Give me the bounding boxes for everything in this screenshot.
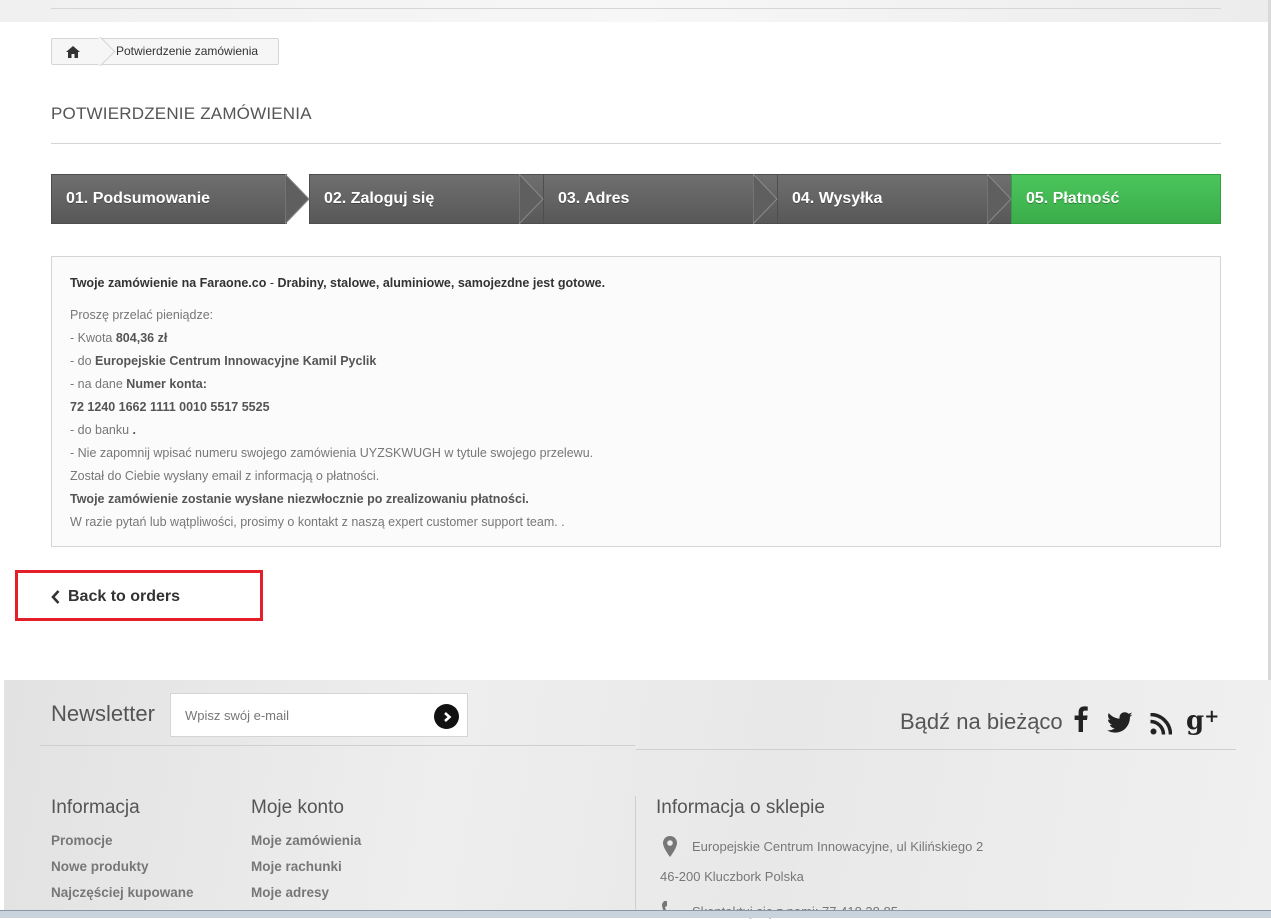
rss-icon[interactable] (1150, 711, 1173, 742)
confirmation-heading: Twoje zamówienie na Faraone.co - Drabiny… (70, 276, 606, 290)
heading-divider (51, 143, 1221, 144)
email-note: Został do Ciebie wysłany email z informa… (70, 469, 380, 483)
breadcrumb-current: Potwierdzenie zamówienia (116, 44, 259, 58)
order-confirmation-box: Twoje zamówienie na Faraone.co - Drabiny… (51, 256, 1221, 547)
account-number: 72 1240 1662 1111 0010 5517 5525 (70, 400, 270, 414)
back-to-orders-label: Back to orders (68, 588, 181, 605)
step-summary[interactable]: 01. Podsumowanie (51, 174, 287, 224)
store-info-title: Informacja o sklepie (656, 797, 825, 818)
step-label: 05. Płatność (1026, 190, 1120, 207)
chevron-right-icon (443, 711, 451, 722)
transfer-instruction: Proszę przelać pieniądze: (70, 308, 214, 322)
newsletter-email-input[interactable] (183, 707, 427, 724)
account-column-title: Moje konto (251, 797, 344, 818)
follow-us-title: Bądź na bieżąco (900, 709, 1063, 734)
shipping-note: Twoje zamówienie zostanie wysłane niezwł… (70, 492, 529, 506)
newsletter-form (170, 693, 468, 737)
footer-link-my-orders[interactable]: Moje zamówienia (251, 833, 361, 848)
step-arrow (987, 174, 1012, 224)
account-label-line: - na dane Numer konta: (70, 377, 207, 391)
footer-link-new-products[interactable]: Nowe produkty (51, 859, 149, 874)
google-plus-icon[interactable]: g+ (1186, 706, 1219, 736)
footer-link-my-addresses[interactable]: Moje adresy (251, 885, 329, 900)
store-address-line1: Europejskie Centrum Innowacyjne, ul Kili… (692, 839, 984, 854)
step-label: 01. Podsumowanie (66, 190, 211, 207)
chevron-left-icon (51, 590, 60, 604)
step-label: 04. Wysyłka (792, 190, 883, 207)
reference-note: - Nie zapomnij wpisać numeru swojego zam… (70, 446, 594, 460)
footer-divider (636, 749, 1236, 750)
page-title: POTWIERDZENIE ZAMÓWIENIA (51, 104, 312, 123)
contact-note: W razie pytań lub wątpliwości, prosimy o… (70, 515, 565, 529)
step-payment[interactable]: 05. Płatność (1011, 174, 1221, 224)
footer-divider (40, 745, 635, 746)
top-band (0, 0, 1271, 22)
step-arrow (519, 174, 544, 224)
newsletter-title: Newsletter (51, 701, 155, 726)
bank-line: - do banku . (70, 423, 137, 437)
step-login[interactable]: 02. Zaloguj się (309, 174, 545, 224)
footer-link-best-sellers[interactable]: Najczęściej kupowane (51, 885, 194, 900)
step-shipping[interactable]: 04. Wysyłka (777, 174, 1013, 224)
order-steps: 01. Podsumowanie 02. Zaloguj się 03. Adr… (51, 174, 1221, 226)
step-label: 02. Zaloguj się (324, 190, 435, 207)
info-column-title: Informacja (51, 797, 140, 818)
step-address[interactable]: 03. Adres (543, 174, 779, 224)
step-label: 03. Adres (558, 190, 630, 207)
footer-column-separator (635, 796, 636, 917)
newsletter-submit-button[interactable] (434, 704, 459, 729)
footer-link-my-invoices[interactable]: Moje rachunki (251, 859, 342, 874)
step-arrow (753, 174, 778, 224)
back-to-orders-link[interactable]: Back to orders (51, 588, 180, 606)
store-address-line2: 46-200 Kluczbork Polska (660, 869, 804, 884)
payee-line: - do Europejskie Centrum Innowacyjne Kam… (70, 354, 377, 368)
step-arrow (285, 174, 310, 224)
footer-link-promotions[interactable]: Promocje (51, 833, 113, 848)
amount-line: - Kwota 804,36 zł (70, 331, 168, 345)
map-marker-icon (663, 836, 677, 862)
breadcrumb: Potwierdzenie zamówienia (51, 36, 279, 67)
twitter-icon[interactable] (1107, 710, 1133, 741)
facebook-icon[interactable] (1074, 706, 1088, 739)
